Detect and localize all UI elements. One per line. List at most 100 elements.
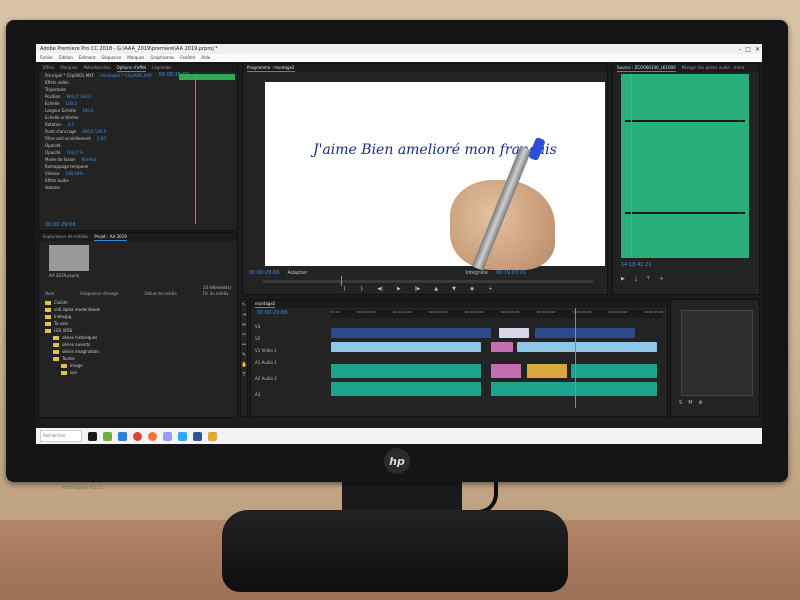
property-row[interactable]: Echelle 100,0 <box>39 100 237 107</box>
export-frame-icon[interactable]: ◉ <box>470 286 474 292</box>
menu-markers[interactable]: Marques <box>127 54 144 62</box>
property-row[interactable]: Point d'ancrage 960,0 540,0 <box>39 128 237 135</box>
list-item[interactable]: séries ouverts <box>45 341 233 348</box>
tab-project[interactable]: Projet : AA 2019 <box>94 233 127 241</box>
list-item[interactable]: Ta voie <box>45 320 233 327</box>
chrome-icon[interactable] <box>133 431 142 441</box>
property-row[interactable]: Filtre anti-scintillement 0,00 <box>39 135 237 142</box>
hand-tool-icon[interactable]: ✋ <box>241 360 247 370</box>
list-item[interactable]: Civilim <box>45 299 233 306</box>
tab-metadata[interactable]: Métadonnées <box>84 64 111 72</box>
effect-playhead[interactable] <box>195 74 196 224</box>
source-add-icon[interactable]: + <box>659 276 663 282</box>
menu-clip[interactable]: Elément <box>79 54 96 62</box>
program-playhead[interactable] <box>341 276 342 286</box>
word-icon[interactable] <box>193 431 202 441</box>
premiere-icon[interactable] <box>163 431 172 441</box>
column-media-start[interactable]: Début du média <box>144 291 176 296</box>
tab-media-browser[interactable]: Explorateur de médias <box>43 233 88 241</box>
property-row[interactable]: Volume <box>39 184 237 191</box>
source-timecode[interactable]: 14:18:41:21 <box>621 262 652 268</box>
property-row[interactable]: Remappage temporel <box>39 163 237 170</box>
property-row[interactable]: Vitesse 100,00% <box>39 170 237 177</box>
explorer-icon[interactable] <box>118 431 127 441</box>
property-row[interactable]: Trajectoire <box>39 86 237 93</box>
netflix-icon[interactable] <box>88 431 97 441</box>
timeline-ruler[interactable]: 00:00 00:00:05:00 00:00:10:00 00:00:15:0… <box>331 310 663 318</box>
list-item[interactable]: vidi alpha modernbook <box>45 306 233 313</box>
firefox-icon[interactable] <box>148 431 157 441</box>
mute-icon[interactable]: M <box>688 400 692 406</box>
tab-audio-mixer[interactable]: Mixage des pistes audio : mont <box>682 64 745 72</box>
track-header-a3[interactable]: A3 <box>255 392 327 404</box>
extract-icon[interactable]: ▼ <box>452 286 456 292</box>
audio-clip[interactable] <box>331 382 481 396</box>
audio-clip[interactable] <box>491 382 657 396</box>
source-playhead[interactable] <box>631 74 632 258</box>
tab-captions[interactable]: Légendes <box>152 64 171 72</box>
pen-tool-icon[interactable]: ✎ <box>241 350 247 360</box>
track-select-tool-icon[interactable]: ⇥ <box>241 310 247 320</box>
add-button-icon[interactable]: + <box>488 286 492 292</box>
audio-clip[interactable] <box>571 364 657 378</box>
property-row[interactable]: Position 960,0 540,0 <box>39 93 237 100</box>
photoshop-icon[interactable] <box>178 431 187 441</box>
list-item[interactable]: séries historiques <box>45 334 233 341</box>
property-row[interactable]: Largeur Echelle 100,0 <box>39 107 237 114</box>
list-item[interactable]: son <box>45 369 233 376</box>
program-timecode-left[interactable]: 00:00:29:06 <box>249 270 280 276</box>
video-clip[interactable] <box>535 328 635 338</box>
settings-icon[interactable]: ⚙ <box>699 400 703 406</box>
selection-tool-icon[interactable]: ↖ <box>241 300 247 310</box>
lift-icon[interactable]: ▲ <box>434 286 438 292</box>
fit-dropdown[interactable]: Adapter <box>288 270 308 276</box>
menu-window[interactable]: Fenêtre <box>180 54 195 62</box>
track-header-a1[interactable]: A1 Audio 1 <box>255 360 327 376</box>
source-overwrite-icon[interactable]: ⤒ <box>647 276 649 282</box>
tab-markers[interactable]: Marques <box>60 64 77 72</box>
menu-help[interactable]: Aide <box>201 54 210 62</box>
video-clip[interactable] <box>517 342 657 352</box>
program-scrubber[interactable] <box>263 280 593 283</box>
timeline-timecode[interactable]: 00:00:29:06 <box>257 310 288 316</box>
video-clip[interactable] <box>331 342 481 352</box>
list-item[interactable]: Toutes <box>45 355 233 362</box>
column-name[interactable]: Nom <box>45 291 54 296</box>
tab-source[interactable]: Source : ZCO060330_LK1000 <box>617 64 676 72</box>
tab-program[interactable]: Programme : montage2 <box>247 64 295 72</box>
audio-clip[interactable] <box>331 364 481 378</box>
menu-edit[interactable]: Edition <box>59 54 73 62</box>
video-clip[interactable] <box>499 328 529 338</box>
folder-taskbar-icon[interactable] <box>208 431 217 441</box>
tab-effect-options[interactable]: Options d'effet <box>116 64 147 72</box>
column-frame-rate[interactable]: Fréquence d'image <box>80 291 118 296</box>
effect-keyframe-bar[interactable] <box>179 74 235 80</box>
track-header-v1[interactable]: V1 Vidéo 1 <box>255 348 327 360</box>
list-item[interactable]: séries imagination <box>45 348 233 355</box>
razor-tool-icon[interactable]: ✂ <box>241 330 247 340</box>
sequence-clip-label[interactable]: montage2 * Clip0001.MXF <box>100 72 152 79</box>
search-box[interactable]: Rechercher <box>40 430 82 442</box>
timeline-playhead[interactable] <box>575 308 576 408</box>
property-row[interactable]: Mode de fusion Normal <box>39 156 237 163</box>
step-forward-icon[interactable]: |▶ <box>415 286 421 292</box>
mark-in-icon[interactable]: { <box>343 286 346 292</box>
track-header-v2[interactable]: V2 <box>255 336 327 348</box>
list-item[interactable]: Indexjpg <box>45 313 233 320</box>
property-row[interactable]: Echelle uniforme <box>39 114 237 121</box>
property-row[interactable]: Opacité 100,0 % <box>39 149 237 156</box>
mark-out-icon[interactable]: } <box>360 286 363 292</box>
step-back-icon[interactable]: ◀| <box>377 286 383 292</box>
quality-dropdown[interactable]: Intégrale <box>465 270 487 276</box>
solo-icon[interactable]: S <box>679 400 682 406</box>
audio-clip[interactable] <box>527 364 567 378</box>
tab-sequence[interactable]: montage2 <box>255 300 276 308</box>
text-tool-icon[interactable]: T <box>241 370 247 380</box>
video-clip[interactable] <box>491 342 513 352</box>
tab-effects[interactable]: Effets <box>43 64 54 72</box>
column-media-end[interactable]: Fin du média <box>203 291 229 296</box>
source-play-icon[interactable]: ▶ <box>621 276 625 282</box>
track-header-v3[interactable]: V3 <box>255 324 327 336</box>
track-header-a2[interactable]: A2 Audio 2 <box>255 376 327 392</box>
property-row[interactable]: Opacité <box>39 142 237 149</box>
